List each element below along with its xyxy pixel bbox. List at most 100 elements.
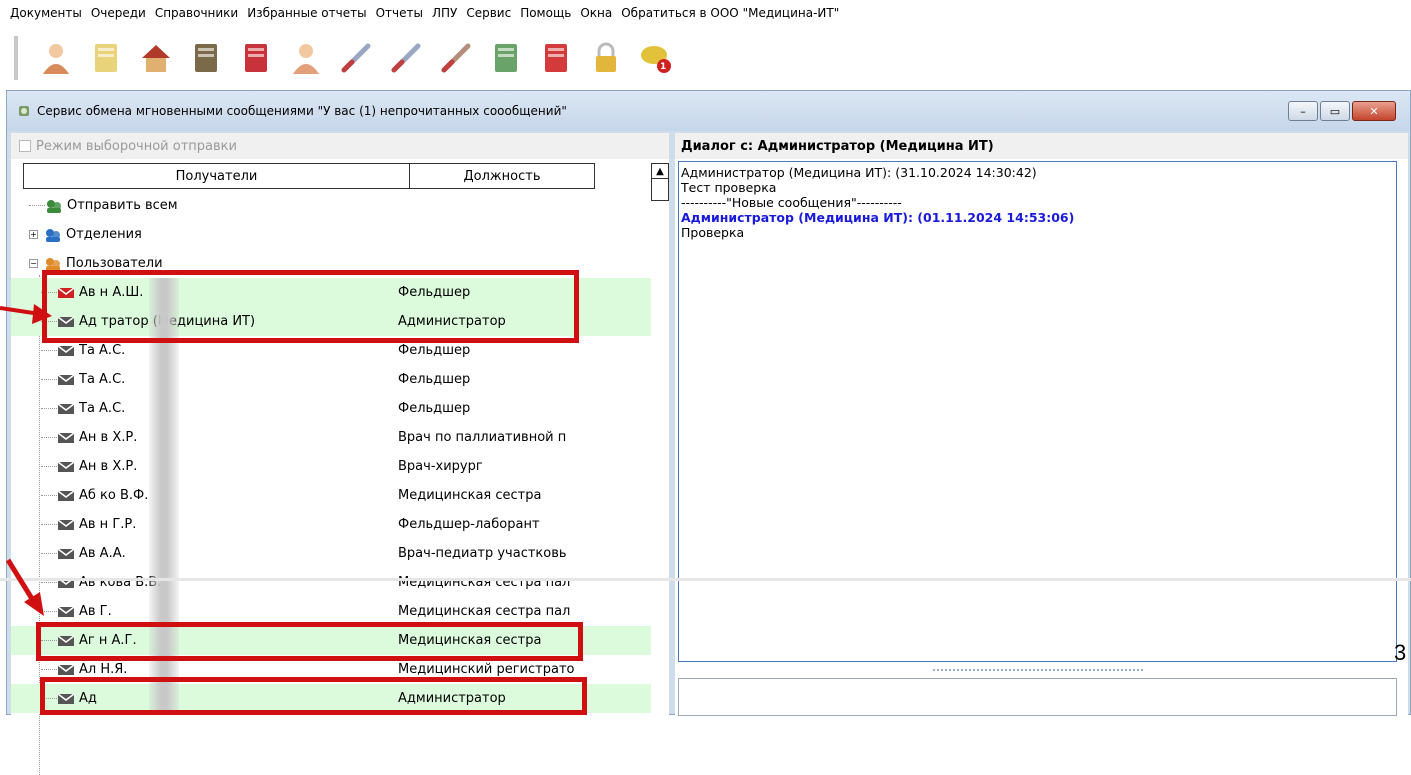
thermometer-icon[interactable]	[386, 38, 426, 78]
tree-row[interactable]: Ав н Г.Р. Фельдшер-лаборант	[11, 510, 651, 539]
book-icon[interactable]	[236, 38, 276, 78]
recipient-name: Ан в Х.Р.	[79, 430, 138, 445]
message-input[interactable]	[678, 678, 1397, 716]
column-recipients[interactable]: Получатели	[23, 163, 410, 189]
menu-item[interactable]: Помощь	[516, 6, 576, 20]
recipient-position: Врач-хирург	[398, 459, 483, 474]
minimize-button[interactable]: –	[1288, 101, 1318, 121]
tree-row[interactable]: Ад Администратор	[11, 684, 651, 713]
tree-node[interactable]: Аг н А.Г.	[41, 633, 137, 649]
tree-row[interactable]: Ад тратор (Медицина ИТ) Администратор	[11, 307, 651, 336]
menu-item[interactable]: Обратиться в ООО "Медицина-ИТ"	[617, 6, 844, 20]
tree-node[interactable]: − Пользователи	[29, 256, 163, 272]
syringe-icon[interactable]	[336, 38, 376, 78]
tree-row[interactable]: Ав А.А. Врач-педиатр участковь	[11, 539, 651, 568]
thermometer-2-icon[interactable]	[436, 38, 476, 78]
window-title: Сервис обмена мгновенными сообщениями "У…	[37, 104, 567, 118]
tree-row[interactable]: Та А.С. Фельдшер	[11, 336, 651, 365]
tree-row[interactable]: Та А.С. Фельдшер	[11, 365, 651, 394]
tree-row[interactable]: Ав кова В.В. Медицинская сестра пал	[11, 568, 651, 597]
chat-icon[interactable]: 1	[636, 38, 676, 78]
redaction-blur	[149, 481, 179, 510]
menu-item[interactable]: Отчеты	[372, 6, 428, 20]
window-titlebar[interactable]: Сервис обмена мгновенными сообщениями "У…	[7, 91, 1410, 131]
tree-node[interactable]: Та А.С.	[41, 372, 125, 388]
report-icon[interactable]	[536, 38, 576, 78]
recipient-name: Та А.С.	[79, 401, 126, 416]
chat-line: Проверка	[681, 225, 745, 240]
expand-icon[interactable]: +	[29, 230, 38, 239]
checkbox-box[interactable]	[19, 140, 31, 152]
nurse-icon[interactable]	[286, 38, 326, 78]
recipient-position: Администратор	[398, 314, 506, 329]
tree-row[interactable]: Отправить всем	[11, 191, 651, 220]
vertical-scrollbar[interactable]: ▲	[651, 163, 669, 716]
toolbar-grip[interactable]	[14, 36, 18, 80]
menu-item[interactable]: Избранные отчеты	[243, 6, 371, 20]
lock-icon[interactable]	[586, 38, 626, 78]
tree-node[interactable]: Ав Г.	[41, 604, 112, 620]
selective-mode-checkbox[interactable]: Режим выборочной отправки	[11, 133, 669, 159]
recipient-name: Отправить всем	[67, 198, 178, 213]
calculator-icon[interactable]	[486, 38, 526, 78]
recipient-position: Врач по паллиативной п	[398, 430, 567, 445]
tree-row[interactable]: Аб ко В.Ф. Медицинская сестра	[11, 481, 651, 510]
mail-icon	[57, 633, 75, 649]
mail-icon	[57, 575, 75, 591]
house-icon[interactable]	[136, 38, 176, 78]
recipient-name: Та А.С.	[79, 343, 126, 358]
tree-node[interactable]: Отправить всем	[29, 198, 178, 214]
recipient-position: Фельдшер-лаборант	[398, 517, 540, 532]
tree-row[interactable]: Ал Н.Я. Медицинский регистрато	[11, 655, 651, 684]
tree-node[interactable]: Ав н Г.Р.	[41, 517, 136, 533]
scroll-up-button[interactable]: ▲	[651, 163, 669, 179]
column-position[interactable]: Должность	[410, 163, 595, 189]
group-icon	[45, 198, 63, 214]
pane-splitter[interactable]	[678, 663, 1397, 677]
scroll-thumb[interactable]	[651, 179, 669, 201]
tree-node[interactable]: Ав А.А.	[41, 546, 126, 562]
journal-icon[interactable]	[86, 38, 126, 78]
tree-node[interactable]: + Отделения	[29, 227, 142, 243]
tree-row[interactable]: Аг н А.Г. Медицинская сестра	[11, 626, 651, 655]
toolbar: 1	[0, 30, 1411, 86]
mail-icon	[57, 372, 75, 388]
redaction-blur	[149, 394, 179, 423]
menu-item[interactable]: Очереди	[87, 6, 151, 20]
messenger-window: Сервис обмена мгновенными сообщениями "У…	[6, 90, 1411, 775]
tree-row[interactable]: Ан в Х.Р. Врач-хирург	[11, 452, 651, 481]
tree-node[interactable]: Ав кова В.В.	[41, 575, 161, 591]
tree-row[interactable]: Та А.С. Фельдшер	[11, 394, 651, 423]
close-button[interactable]: ✕	[1352, 101, 1396, 121]
archive-icon[interactable]	[186, 38, 226, 78]
patient-icon[interactable]	[36, 38, 76, 78]
redaction-blur	[149, 684, 179, 713]
tree-node[interactable]: Та А.С.	[41, 343, 125, 359]
tree-row[interactable]: Ан в Х.Р. Врач по паллиативной п	[11, 423, 651, 452]
tree-row[interactable]: Ав Г. Медицинская сестра пал	[11, 597, 651, 626]
tree-row[interactable]: Ав н А.Ш. Фельдшер	[11, 278, 651, 307]
menu-item[interactable]: Окна	[576, 6, 617, 20]
tree-node[interactable]: Ад	[41, 691, 97, 707]
tree-node[interactable]: Ав н А.Ш.	[41, 285, 143, 301]
menu-item[interactable]: Справочники	[151, 6, 243, 20]
tree-node[interactable]: Ан в Х.Р.	[41, 430, 137, 446]
collapse-icon[interactable]: −	[29, 259, 38, 268]
chat-line: Тест проверка	[681, 180, 777, 195]
users-icon	[44, 256, 62, 272]
tree-row[interactable]: − Пользователи	[11, 249, 651, 278]
tree-node[interactable]: Та А.С.	[41, 401, 125, 417]
tree-node[interactable]: Ал Н.Я.	[41, 662, 127, 678]
recipient-position: Фельдшер	[398, 401, 471, 416]
menu-item[interactable]: ЛПУ	[428, 6, 462, 20]
menu-item[interactable]: Документы	[6, 6, 87, 20]
maximize-button[interactable]: ▭	[1320, 101, 1350, 121]
tree-node[interactable]: Ан в Х.Р.	[41, 459, 137, 475]
tree-node[interactable]: Аб ко В.Ф.	[41, 488, 148, 504]
tree-row[interactable]: + Отделения	[11, 220, 651, 249]
chat-history[interactable]: Администратор (Медицина ИТ): (31.10.2024…	[678, 161, 1397, 662]
chat-line: ----------"Новые сообщения"----------	[681, 195, 902, 210]
menu-item[interactable]: Сервис	[462, 6, 516, 20]
recipient-name: Ав А.А.	[79, 546, 126, 561]
redaction-blur	[149, 365, 179, 394]
